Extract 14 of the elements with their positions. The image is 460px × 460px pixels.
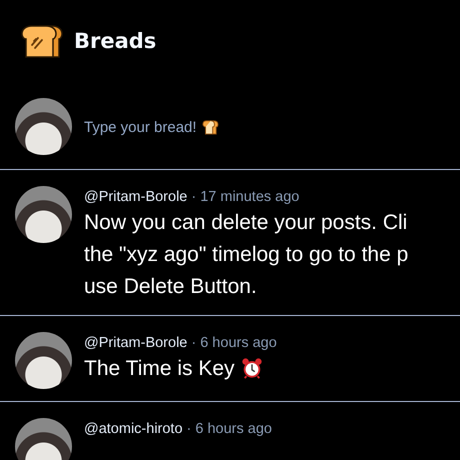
avatar	[15, 418, 72, 460]
post-author[interactable]: @Pritam-Borole	[84, 335, 188, 351]
post-author[interactable]: @atomic-hiroto	[84, 421, 183, 437]
toast-icon	[20, 23, 64, 59]
alarm-clock-icon	[240, 357, 263, 379]
post-time[interactable]: · 17 minutes ago	[191, 189, 300, 205]
post-text: The Time is Key	[84, 356, 235, 382]
post-time[interactable]: · 6 hours ago	[186, 421, 272, 437]
post-time[interactable]: · 6 hours ago	[191, 335, 277, 351]
post-author[interactable]: @Pritam-Borole	[84, 189, 188, 205]
bread-icon	[201, 118, 219, 134]
app-title: Breads	[74, 29, 156, 53]
post-text: Now you can delete your posts. Cli the "xyz ago" timelog to go to the p use Delete Button.	[84, 210, 408, 300]
post-input[interactable]: Type your bread!	[84, 117, 197, 136]
